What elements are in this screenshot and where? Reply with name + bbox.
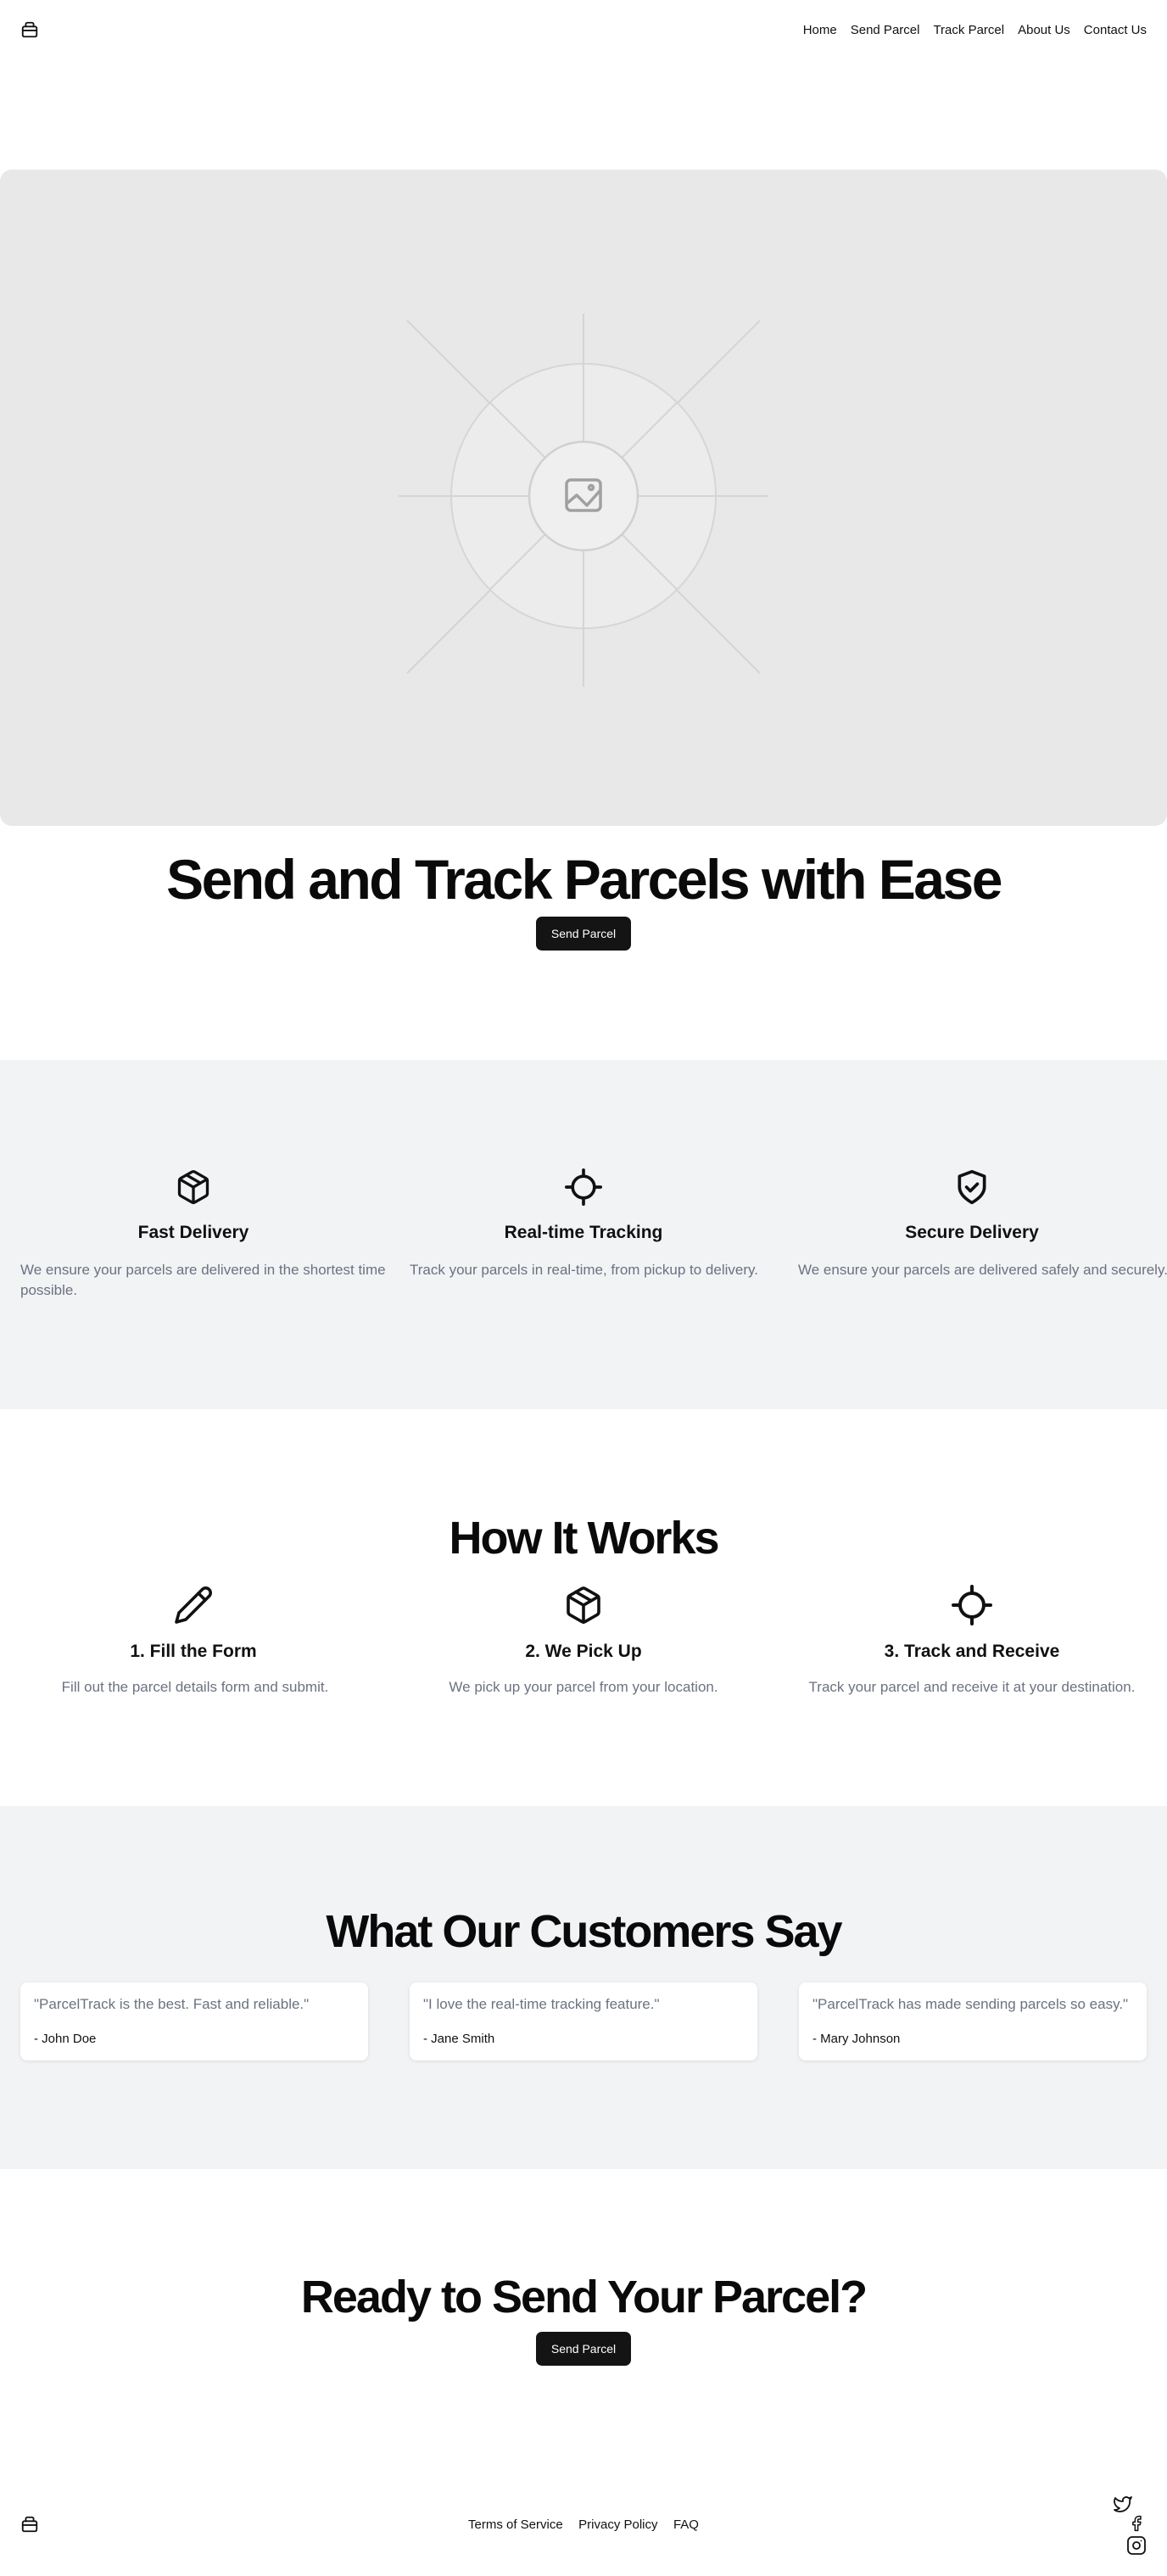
footer-privacy-link[interactable]: Privacy Policy (578, 2517, 657, 2532)
pencil-icon (175, 1586, 212, 1624)
package-icon (567, 1586, 600, 1624)
nav-track-parcel[interactable]: Track Parcel (933, 23, 1004, 38)
package-icon (177, 1170, 209, 1205)
feature-title: Fast Delivery (137, 1223, 249, 1242)
crosshair-icon (565, 1168, 602, 1206)
step-description: Fill out the parcel details form and sub… (61, 1679, 329, 1695)
how-it-works-title: How It Works (449, 1513, 719, 1564)
step-title: 2. We Pick Up (525, 1642, 642, 1661)
twitter-icon[interactable] (1113, 2494, 1133, 2514)
footer-terms-link[interactable]: Terms of Service (468, 2517, 563, 2532)
site-header: Home Send Parcel Track Parcel About Us C… (0, 0, 1167, 61)
step-title: 3. Track and Receive (884, 1642, 1060, 1661)
hero-image-placeholder (0, 170, 1167, 826)
testimonial-card: "I love the real-time tracking feature."… (410, 1982, 757, 2060)
main-nav: Home Send Parcel Track Parcel About Us C… (803, 23, 1147, 38)
footer-links: Terms of Service Privacy Policy FAQ (0, 2517, 1167, 2533)
testimonial-card: "ParcelTrack is the best. Fast and relia… (20, 1982, 368, 2060)
testimonial-author: - John Doe (34, 2032, 97, 2046)
testimonials-section: What Our Customers Say "ParcelTrack is t… (0, 1806, 1167, 2169)
image-placeholder-icon (399, 314, 768, 687)
cta-title: Ready to Send Your Parcel? (300, 2272, 868, 2322)
feature-description: We ensure your parcels are delivered in … (20, 1262, 386, 1298)
step-description: We pick up your parcel from your locatio… (449, 1679, 718, 1695)
step-title: 1. Fill the Form (130, 1642, 257, 1661)
testimonial-quote: "ParcelTrack is the best. Fast and relia… (34, 1996, 310, 2012)
package-logo-icon[interactable] (20, 20, 39, 39)
footer-faq-link[interactable]: FAQ (673, 2517, 699, 2532)
testimonial-quote: "I love the real-time tracking feature." (423, 1996, 660, 2012)
hero-title: Send and Track Parcels with Ease (166, 848, 1002, 911)
instagram-icon[interactable] (1126, 2535, 1147, 2556)
step-description: Track your parcel and receive it at your… (808, 1679, 1136, 1695)
nav-about-us[interactable]: About Us (1018, 23, 1070, 38)
crosshair-icon (952, 1585, 992, 1625)
feature-description: We ensure your parcels are delivered saf… (798, 1262, 1167, 1278)
features-section: Fast Delivery We ensure your parcels are… (0, 1060, 1167, 1409)
testimonial-quote: "ParcelTrack has made sending parcels so… (812, 1996, 1129, 2012)
testimonial-author: - Mary Johnson (812, 2032, 901, 2046)
nav-home[interactable]: Home (803, 23, 837, 38)
testimonials-title: What Our Customers Say (326, 1906, 842, 1957)
facebook-icon[interactable] (1128, 2514, 1145, 2533)
feature-title: Secure Delivery (905, 1223, 1039, 1242)
nav-send-parcel[interactable]: Send Parcel (851, 23, 920, 38)
nav-contact-us[interactable]: Contact Us (1084, 23, 1147, 38)
cta-send-parcel-button[interactable]: Send Parcel (536, 2332, 631, 2366)
testimonial-card: "ParcelTrack has made sending parcels so… (799, 1982, 1147, 2060)
feature-title: Real-time Tracking (504, 1223, 663, 1242)
feature-description: Track your parcels in real-time, from pi… (410, 1262, 758, 1278)
hero-send-parcel-button[interactable]: Send Parcel (536, 917, 631, 951)
shield-check-icon (958, 1169, 986, 1205)
testimonial-author: - Jane Smith (423, 2032, 495, 2046)
